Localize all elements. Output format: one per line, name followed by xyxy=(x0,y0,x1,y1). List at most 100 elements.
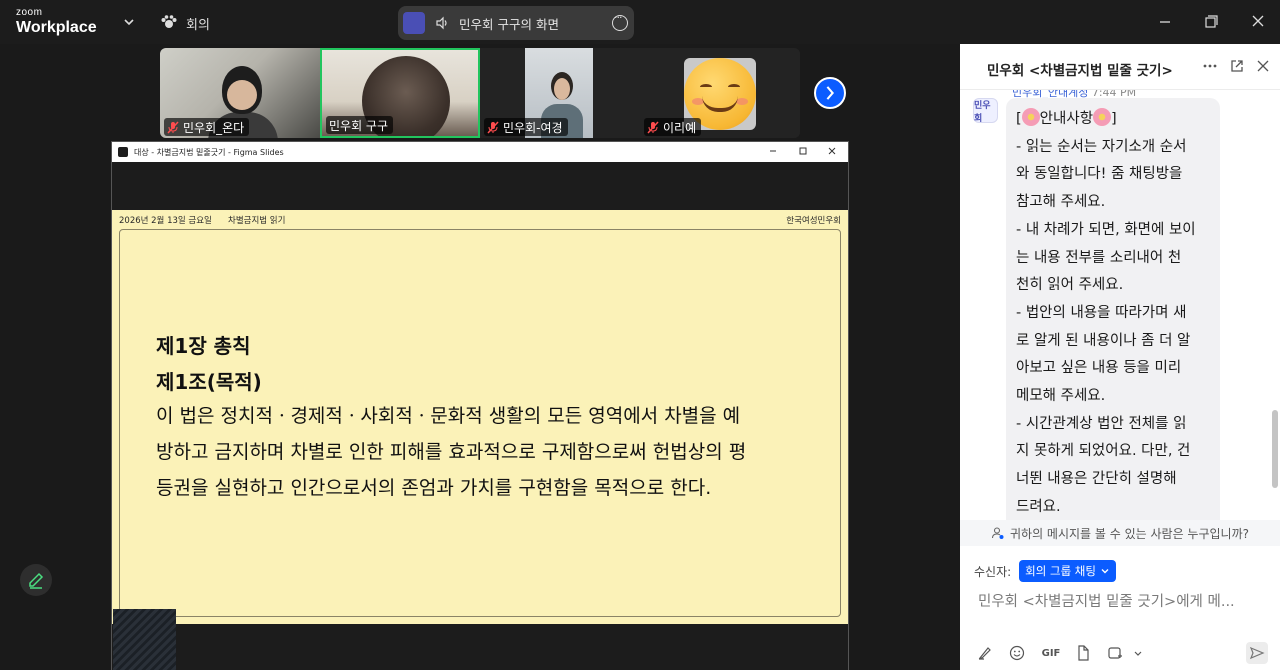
message-line: 아보고 싶은 내용 등을 미리 xyxy=(1016,360,1182,377)
participant-name: 민우회 구구 xyxy=(329,118,389,133)
message-line: - 내 차례가 되면, 화면에 보이 xyxy=(1016,221,1196,238)
screen-share-indicator[interactable]: 민우회 구구의 화면 xyxy=(398,6,634,40)
recipient-row: 수신자: 회의 그룹 채팅 xyxy=(974,560,1116,582)
participant-name-tag: 민우회_온다 xyxy=(164,118,250,136)
slide-organization: 한국여성민우회 xyxy=(786,216,841,226)
more-options-icon[interactable] xyxy=(1202,58,1218,74)
close-icon[interactable] xyxy=(1255,58,1271,74)
share-label: 민우회 구구의 화면 xyxy=(459,16,559,32)
meeting-button[interactable]: 회의 xyxy=(160,10,210,36)
mic-muted-icon xyxy=(167,120,179,134)
recipient-label: 수신자: xyxy=(974,564,1012,579)
message-line: 지 못하게 되었어요. 다만, 건 xyxy=(1016,443,1191,460)
article-body-line: 등권을 실현하고 인간으로서의 존엄과 가치를 구현함을 목적으로 한다. xyxy=(156,477,712,499)
file-icon[interactable] xyxy=(1074,644,1092,662)
chat-message-bubble[interactable]: [안내사항] - 읽는 순서는 자기소개 순서 와 동일합니다! 줌 채팅방을 … xyxy=(1006,98,1220,520)
participant-name-tag: 민우회-여경 xyxy=(484,118,568,136)
shared-window-title: 대상 - 차별금지법 밑줄긋기 - Figma Slides xyxy=(134,147,284,157)
slide-bottom-margin xyxy=(112,624,848,670)
slide-top-margin xyxy=(112,162,848,210)
screenshot-icon[interactable] xyxy=(1106,644,1124,662)
chevron-down-icon xyxy=(1101,569,1109,574)
participants-icon xyxy=(161,15,177,28)
mic-muted-icon xyxy=(647,120,659,134)
participant-tile[interactable]: 민우회_온다 xyxy=(160,48,320,138)
minimize-icon xyxy=(770,150,776,152)
figma-icon xyxy=(118,147,128,157)
participant-tile[interactable]: 이리예 xyxy=(640,48,800,138)
cherry-blossom-icon xyxy=(1021,108,1040,126)
minimize-icon[interactable] xyxy=(1152,10,1178,34)
message-line: 와 동일합니다! 줌 채팅방을 xyxy=(1016,166,1183,183)
maximize-icon xyxy=(799,147,807,155)
slide-topic: 차별금지법 읽기 xyxy=(228,216,286,226)
gif-icon[interactable]: GIF xyxy=(1040,644,1062,662)
message-line: 드려요. xyxy=(1016,498,1061,515)
speaker-icon xyxy=(436,16,447,30)
close-icon xyxy=(828,147,836,155)
participant-name: 민우회-여경 xyxy=(503,120,563,135)
chat-message-input[interactable]: 민우회 <차별금지법 밑줄 긋기>에게 메... xyxy=(978,590,1268,611)
message-line: 너뛴 내용은 간단히 설명해 xyxy=(1016,471,1177,488)
recipient-select[interactable]: 회의 그룹 채팅 xyxy=(1019,560,1116,582)
logo-line-1: zoom xyxy=(16,7,43,18)
message-line: 로 알게 된 내용이나 좀 더 알 xyxy=(1016,332,1191,349)
recipient-value: 회의 그룹 채팅 xyxy=(1025,564,1096,578)
restore-icon[interactable] xyxy=(1198,10,1224,34)
article-body-line: 이 법은 정치적ㆍ경제적ㆍ사회적ㆍ문화적 생활의 모든 영역에서 차별을 예 xyxy=(156,405,741,427)
chapter-heading: 제1장 총칙 xyxy=(156,334,251,358)
emoji-icon[interactable] xyxy=(1008,644,1026,662)
chevron-down-icon[interactable] xyxy=(120,13,138,31)
sender-avatar: 민우회 xyxy=(973,98,998,124)
video-person-face xyxy=(554,78,570,100)
message-line: 참고해 주세요. xyxy=(1016,194,1106,211)
participant-name: 이리예 xyxy=(663,120,697,135)
logo-line-2: Workplace xyxy=(16,19,97,36)
next-page-icon[interactable] xyxy=(814,77,846,109)
chat-title: 민우회 <차별금지법 밑줄 긋기> xyxy=(987,63,1173,79)
article-body: 이 법은 정치적ㆍ경제적ㆍ사회적ㆍ문화적 생활의 모든 영역에서 차별을 예 방… xyxy=(156,398,816,506)
chat-scrollbar[interactable] xyxy=(1272,410,1278,488)
chat-header: 민우회 <차별금지법 밑줄 긋기> xyxy=(960,44,1280,90)
format-text-icon[interactable] xyxy=(976,644,994,662)
slide-header: 2026년 2월 13일 금요일 차별금지법 읽기 한국여성민우회 xyxy=(112,212,848,226)
presentation-slide: 2026년 2월 13일 금요일 차별금지법 읽기 한국여성민우회 제1장 총칙… xyxy=(112,210,848,624)
article-heading: 제1조(목적) xyxy=(156,370,262,394)
participant-name: 민우회_온다 xyxy=(183,120,245,135)
message-line: - 읽는 순서는 자기소개 순서 xyxy=(1016,138,1187,155)
message-line: 는 내용 전부를 소리내어 천 xyxy=(1016,249,1182,266)
slide-date: 2026년 2월 13일 금요일 xyxy=(119,216,212,226)
cherry-blossom-icon xyxy=(1093,108,1112,126)
chevron-down-icon[interactable] xyxy=(1132,644,1144,662)
message-privacy-link[interactable]: 귀하의 메시지를 볼 수 있는 사람은 누구입니까? xyxy=(960,520,1280,546)
slide-thumbnail xyxy=(113,609,176,670)
zoom-logo: zoom Workplace xyxy=(16,8,97,36)
message-line: 천히 읽어 주세요. xyxy=(1016,277,1124,294)
message-line: - 법안의 내용을 따라가며 새 xyxy=(1016,304,1187,321)
chat-panel: 민우회 <차별금지법 밑줄 긋기> 민우회_안내계정 7:44 PM 민우회 [… xyxy=(960,44,1280,670)
shared-window: 대상 - 차별금지법 밑줄긋기 - Figma Slides 2026년 2월 … xyxy=(111,141,849,670)
video-person-face xyxy=(227,80,257,110)
annotate-pen-icon[interactable] xyxy=(20,564,52,596)
top-bar: zoom Workplace 회의 민우회 구구의 화면 xyxy=(0,0,1280,44)
meeting-label: 회의 xyxy=(186,17,210,33)
more-options-icon[interactable] xyxy=(612,11,628,31)
message-line-text: 안내사항 xyxy=(1039,111,1094,127)
participant-tile[interactable]: 민우회-여경 xyxy=(480,48,640,138)
shared-window-titlebar: 대상 - 차별금지법 밑줄긋기 - Figma Slides xyxy=(112,142,848,162)
participant-name-tag: 이리예 xyxy=(644,118,702,136)
pop-out-icon[interactable] xyxy=(1229,58,1245,74)
send-icon[interactable] xyxy=(1246,642,1268,664)
article-body-line: 방하고 금지하며 차별로 인한 피해를 효과적으로 구제함으로써 헌법상의 평 xyxy=(156,441,747,463)
message-line: 메모해 주세요. xyxy=(1016,388,1106,405)
sharer-avatar xyxy=(403,12,425,34)
user-visibility-icon xyxy=(991,527,1004,539)
close-icon[interactable] xyxy=(1245,10,1271,34)
chat-toolbar: GIF xyxy=(960,642,1280,668)
participant-strip: 민우회_온다 민우회 구구 민우회-여경 이리예 xyxy=(160,48,800,138)
participant-name-tag: 민우회 구구 xyxy=(326,116,394,134)
mic-muted-icon xyxy=(487,120,499,134)
message-line: - 시간관계상 법안 전체를 읽 xyxy=(1016,415,1187,432)
message-line: [안내사항] xyxy=(1016,106,1210,134)
participant-tile-active-speaker[interactable]: 민우회 구구 xyxy=(320,48,480,138)
